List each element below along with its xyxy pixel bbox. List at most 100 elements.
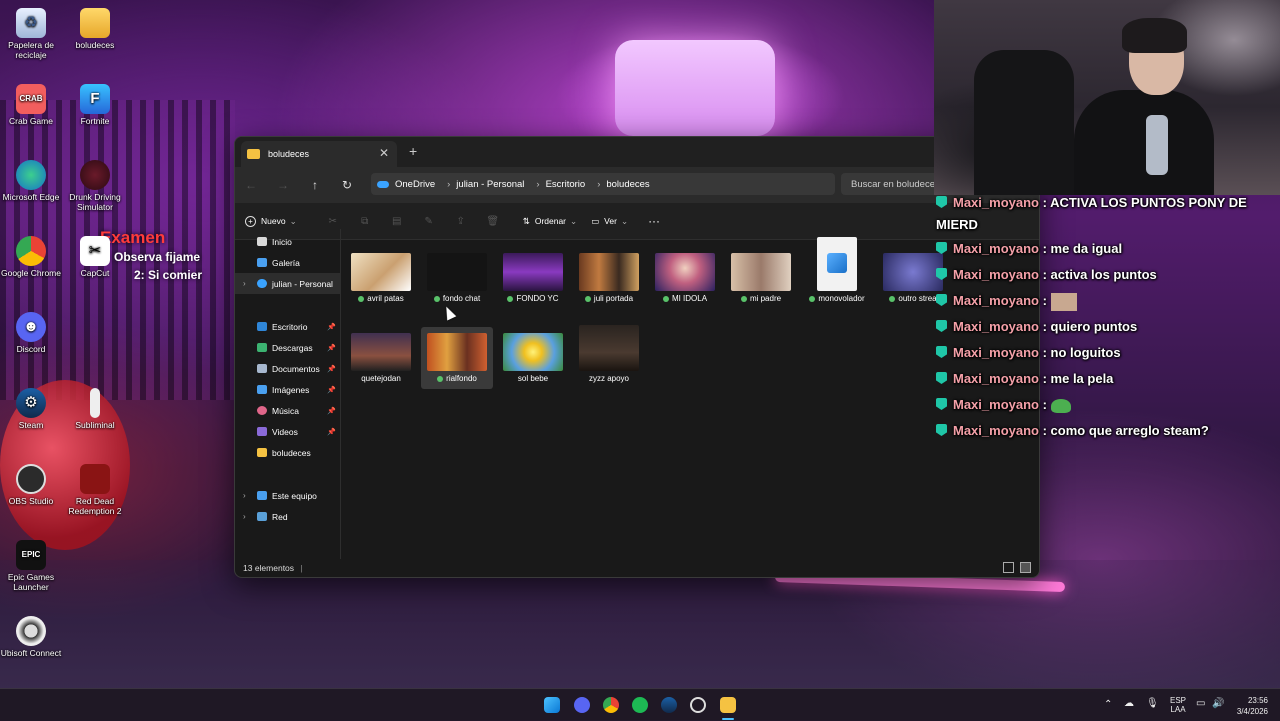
chrome-icon <box>16 236 46 266</box>
chat-text: me da igual <box>1050 241 1123 256</box>
file-item[interactable]: monovolador <box>801 237 873 303</box>
chevron-up-icon[interactable]: ⌃ <box>1104 699 1112 710</box>
desktop-icon-fortnite[interactable]: F Fortnite <box>62 84 128 126</box>
file-name: fondo chat <box>442 294 481 303</box>
sidebar-item-musica[interactable]: Música 📌 <box>235 400 340 421</box>
sidebar-item-boludeces[interactable]: boludeces <box>235 442 340 463</box>
forward-arrow-icon[interactable]: → <box>267 178 299 192</box>
desktop-icon-chrome[interactable]: Google Chrome <box>0 236 64 278</box>
chevron-right-icon[interactable]: › <box>243 491 246 500</box>
paste-icon[interactable]: ▤ <box>381 216 413 227</box>
sidebar-item-este-equipo[interactable]: › Este equipo <box>235 485 340 506</box>
chat-separator: : <box>1038 195 1051 210</box>
sidebar-item-inicio[interactable]: Inicio <box>235 231 340 252</box>
file-item[interactable]: juli portada <box>573 253 645 303</box>
desktop-icon-crab-game[interactable]: CRAB Crab Game <box>0 84 64 126</box>
sync-check-icon <box>433 295 440 302</box>
sidebar-item-escritorio[interactable]: Escritorio 📌 <box>235 316 340 337</box>
delete-icon[interactable]: 🗑 <box>477 216 509 227</box>
file-item[interactable]: MI IDOLA <box>649 253 721 303</box>
rename-icon[interactable]: ✎ <box>413 216 445 227</box>
network-icon[interactable]: ▭ <box>1196 698 1205 709</box>
desktop-icon-obs[interactable]: OBS Studio <box>0 464 64 506</box>
tiles-view-button[interactable] <box>1020 562 1031 573</box>
desktop-icon-label: Discord <box>16 344 46 354</box>
file-thumbnail <box>503 333 563 371</box>
tab-boludeces[interactable]: boludeces ✕ <box>241 141 397 167</box>
address-bar[interactable]: OneDrive › julian - Personal › Escritori… <box>371 173 835 195</box>
file-item-selected[interactable]: rialfondo <box>421 327 493 389</box>
title-bar[interactable]: boludeces ✕ + <box>235 137 1039 167</box>
sidebar-item-julian-personal[interactable]: › julian - Personal <box>235 273 340 294</box>
file-item[interactable]: sol bebe <box>497 333 569 383</box>
sidebar-item-red[interactable]: › Red <box>235 506 340 527</box>
desktop-icon-boludeces[interactable]: boludeces <box>62 8 128 50</box>
onedrive-cloud-icon <box>257 279 267 288</box>
sidebar-item-descargas[interactable]: Descargas 📌 <box>235 337 340 358</box>
discord-taskbar-icon[interactable] <box>574 697 590 713</box>
sidebar-item-imagenes[interactable]: Imágenes 📌 <box>235 379 340 400</box>
new-tab-button[interactable]: + <box>409 143 417 159</box>
breadcrumb-julian-personal[interactable]: julian - Personal <box>456 179 524 190</box>
new-button[interactable]: + Nuevo ⌄ <box>245 215 297 227</box>
breadcrumb-onedrive[interactable]: OneDrive <box>395 179 435 190</box>
desktop-icon-subliminal[interactable]: Subliminal <box>62 388 128 430</box>
chevron-right-icon[interactable]: › <box>243 279 246 288</box>
file-explorer-taskbar-icon[interactable] <box>720 697 736 713</box>
chat-username: Maxi_moyano <box>953 345 1039 360</box>
copy-icon[interactable]: ⧉ <box>349 216 381 227</box>
refresh-icon[interactable]: ↻ <box>331 178 363 192</box>
file-thumbnail <box>351 253 411 291</box>
sidebar-item-galeria[interactable]: Galería <box>235 252 340 273</box>
microphone-icon[interactable]: 🎙 <box>1146 698 1159 709</box>
tab-title: boludeces <box>268 149 310 159</box>
cloud-icon[interactable]: ☁ <box>1124 698 1134 709</box>
steam-taskbar-icon[interactable] <box>661 697 677 713</box>
chat-message: Maxi_moyano : no loguitos <box>936 340 1280 366</box>
file-item[interactable]: avril patas <box>345 253 417 303</box>
file-item[interactable]: zyzz apoyo <box>573 325 645 383</box>
file-item[interactable]: fondo chat <box>421 253 493 303</box>
windows-start-icon[interactable] <box>544 697 560 713</box>
spotify-taskbar-icon[interactable] <box>632 697 648 713</box>
cut-icon[interactable]: ✂ <box>317 216 349 227</box>
file-item[interactable]: FONDO YC <box>497 253 569 303</box>
file-explorer-window[interactable]: boludeces ✕ + ← → ↑ ↻ OneDrive › julian … <box>234 136 1040 578</box>
obs-taskbar-icon[interactable] <box>690 697 706 713</box>
desktop-icon-steam[interactable]: ⚙ Steam <box>0 388 64 430</box>
chat-badge-icon <box>936 242 947 254</box>
chat-message: Maxi_moyano : ACTIVA LOS PUNTOS PONY DE … <box>936 192 1280 236</box>
up-arrow-icon[interactable]: ↑ <box>299 178 331 192</box>
chevron-down-icon: ⌄ <box>620 215 629 226</box>
chat-message: Maxi_moyano : activa los puntos <box>936 262 1280 288</box>
details-view-button[interactable] <box>1003 562 1014 573</box>
sort-button[interactable]: ⇅ Ordenar ⌄ <box>523 216 577 227</box>
view-icon: ▭ <box>591 215 600 226</box>
desktop-icon-edge[interactable]: Microsoft Edge <box>0 160 64 202</box>
back-arrow-icon[interactable]: ← <box>235 178 267 192</box>
breadcrumb-escritorio[interactable]: Escritorio <box>546 179 586 190</box>
desktop-icon-discord[interactable]: ☻ Discord <box>0 312 64 354</box>
desktop-icon-drunk-driving[interactable]: Drunk Driving Simulator <box>62 160 128 212</box>
desktop-icon-rdr2[interactable]: Red Dead Redemption 2 <box>62 464 128 516</box>
clock[interactable]: 23:56 3/4/2026 <box>1234 695 1268 717</box>
share-icon[interactable]: ⇪ <box>445 216 477 227</box>
more-options-icon[interactable]: ··· <box>648 214 660 228</box>
breadcrumb-boludeces[interactable]: boludeces <box>606 179 649 190</box>
desktop-icon-capcut[interactable]: ✂ CapCut <box>62 236 128 278</box>
sidebar-item-videos[interactable]: Videos 📌 <box>235 421 340 442</box>
desktop-icon-ubisoft[interactable]: Ubisoft Connect <box>0 616 64 658</box>
file-item[interactable]: mi padre <box>725 253 797 303</box>
sidebar-item-documentos[interactable]: Documentos 📌 <box>235 358 340 379</box>
volume-icon[interactable]: 🔊 <box>1212 698 1224 709</box>
language-indicator[interactable]: ESP LAA <box>1170 696 1186 714</box>
chevron-right-icon[interactable]: › <box>243 512 246 521</box>
desktop-icon-recycle-bin[interactable]: ♻ Papelera de reciclaje <box>0 8 64 60</box>
crab-game-icon: CRAB <box>16 84 46 114</box>
desktop-icon-label: Ubisoft Connect <box>0 648 62 658</box>
chrome-taskbar-icon[interactable] <box>603 697 619 713</box>
close-tab-icon[interactable]: ✕ <box>379 146 389 160</box>
file-item[interactable]: quetejodan <box>345 333 417 383</box>
view-button[interactable]: ▭ Ver ⌄ <box>591 216 628 227</box>
desktop-icon-epic[interactable]: EPIC Epic Games Launcher <box>0 540 64 592</box>
